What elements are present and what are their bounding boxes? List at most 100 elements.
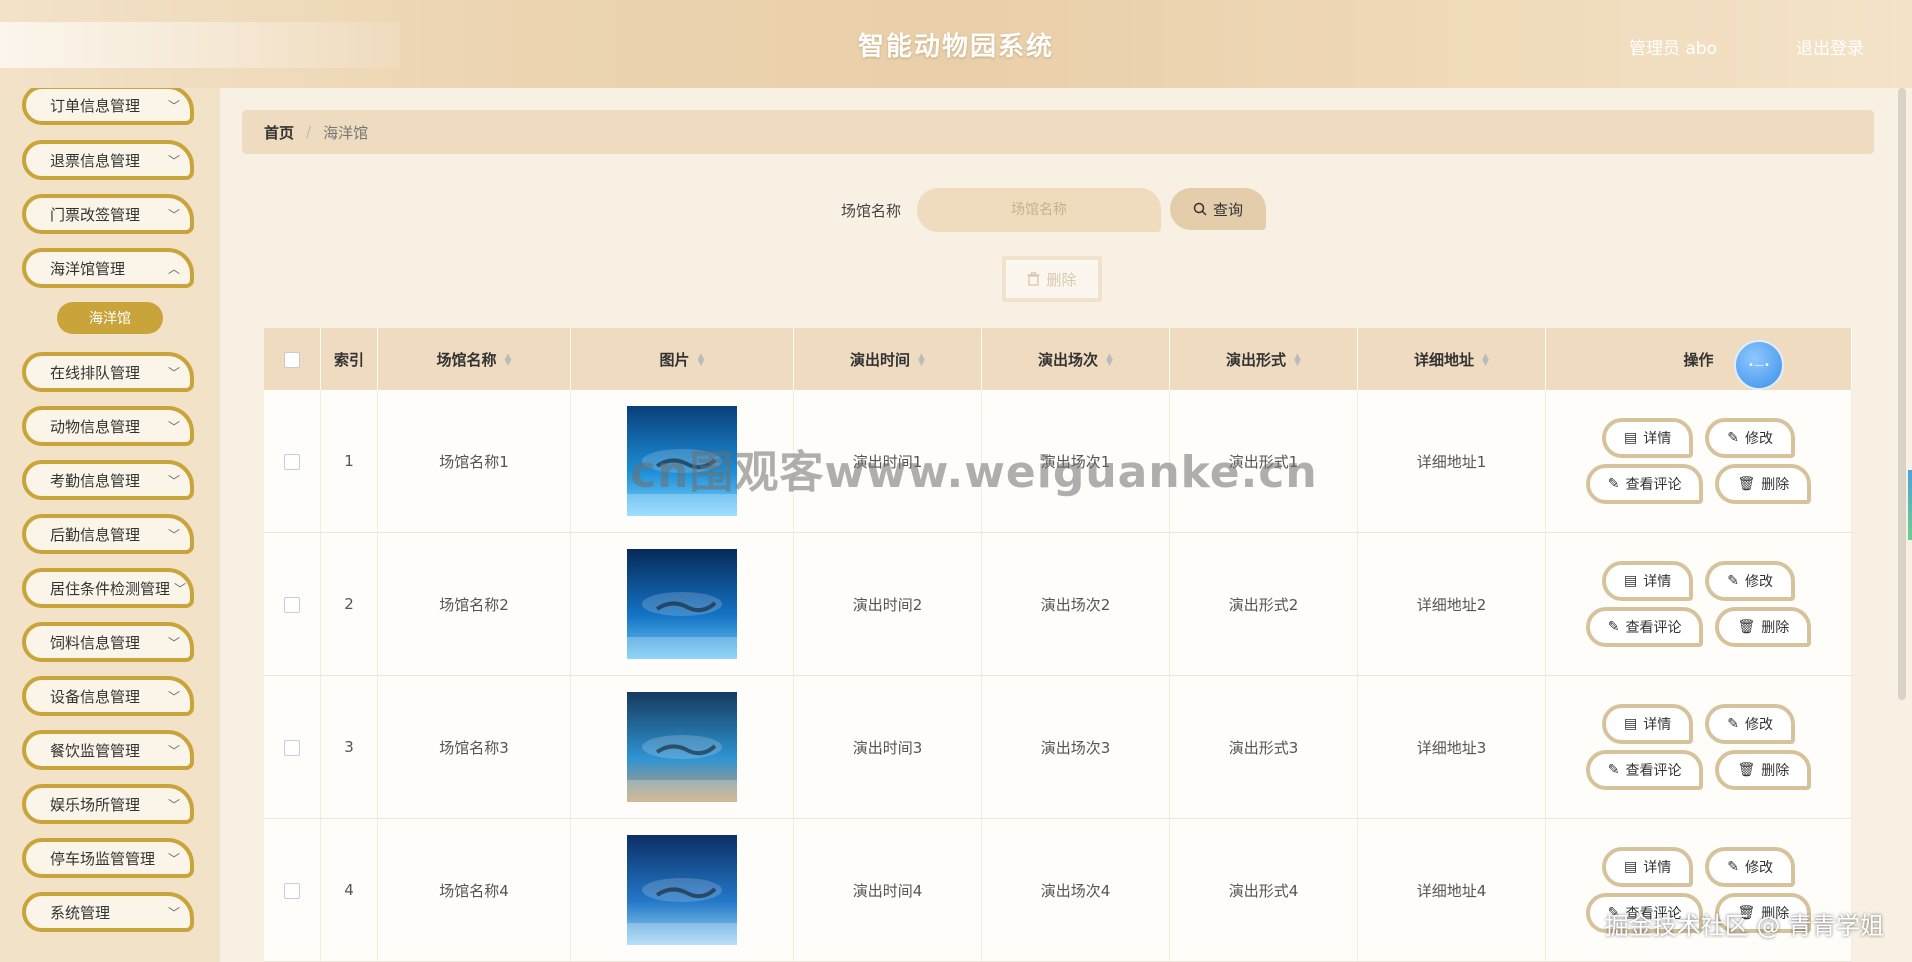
row-checkbox[interactable] [284, 739, 300, 756]
search-button[interactable]: 查询 [1170, 188, 1266, 230]
delete-button[interactable]: 🗑 删除 [1715, 607, 1812, 647]
trash-icon [1027, 272, 1040, 286]
sort-icon[interactable]: ▲ ▼ [698, 353, 705, 368]
search-input[interactable] [917, 188, 1161, 232]
header-image[interactable]: 图片 ▲ ▼ [570, 328, 794, 390]
edit-button[interactable]: ✎ 修改 [1705, 704, 1795, 744]
select-all-checkbox[interactable] [284, 351, 300, 368]
view-comments-button[interactable]: ✎ 查看评论 [1585, 750, 1704, 790]
delete-button[interactable]: 🗑 删除 [1715, 750, 1812, 790]
header-name[interactable]: 场馆名称 ▲ ▼ [377, 328, 571, 390]
sidebar-item-aquarium[interactable]: 海洋馆管理 ︿ [22, 248, 194, 288]
sidebar-item-equipment[interactable]: 设备信息管理 ﹀ [22, 676, 194, 716]
delete-button[interactable]: 🗑 删除 [1715, 464, 1812, 504]
cell-time: 演出时间1 [793, 390, 982, 533]
header-session[interactable]: 演出场次 ▲ ▼ [981, 328, 1170, 390]
chevron-down-icon: ﹀ [167, 905, 180, 920]
row-select-cell[interactable] [264, 390, 321, 533]
edit-button[interactable]: ✎ 修改 [1705, 418, 1795, 458]
row-select-cell[interactable] [264, 818, 321, 962]
detail-button[interactable]: ▤ 详情 [1602, 847, 1694, 887]
sidebar-subitem-aquarium[interactable]: 海洋馆 [57, 302, 163, 334]
cell-name: 场馆名称4 [377, 818, 571, 962]
cell-session: 演出场次4 [981, 818, 1170, 962]
document-icon: ▤ [1624, 573, 1638, 589]
cell-actions: ▤ 详情 ✎ 修改 ✎ 查看评论 🗑 删除 [1545, 532, 1852, 676]
header-address[interactable]: 详细地址 ▲ ▼ [1357, 328, 1546, 390]
cell-actions: ▤ 详情 ✎ 修改 ✎ 查看评论 🗑 删除 [1545, 390, 1852, 533]
pencil-icon: ✎ [1727, 859, 1739, 875]
table-header-row: 索引 场馆名称 ▲ ▼ 图片 ▲ ▼ 演出时间 ▲ ▼ 演出场次 ▲ ▼ 演出形式 ▲ ▼ 详细地址… [264, 328, 1852, 390]
page-scrollbar[interactable] [1898, 88, 1906, 700]
breadcrumb: 首页 / 海洋馆 [242, 110, 1874, 154]
sidebar-item-orders[interactable]: 订单信息管理 ﹀ [22, 88, 194, 125]
sidebar-item-animals[interactable]: 动物信息管理 ﹀ [22, 406, 194, 446]
logout-link[interactable]: 退出登录 [1796, 34, 1864, 59]
sort-icon[interactable]: ▲ ▼ [918, 353, 925, 368]
cell-form: 演出形式4 [1169, 818, 1358, 962]
current-user: 管理员 abo [1628, 39, 1717, 59]
sidebar-item-rebooking[interactable]: 门票改签管理 ﹀ [22, 194, 194, 234]
sort-icon[interactable]: ▲ ▼ [1294, 353, 1301, 368]
venue-image[interactable] [627, 835, 737, 945]
sidebar-item-parking[interactable]: 停车场监管管理 ﹀ [22, 838, 194, 878]
detail-button[interactable]: ▤ 详情 [1602, 561, 1694, 601]
cell-session: 演出场次1 [981, 390, 1170, 533]
row-checkbox[interactable] [284, 596, 300, 613]
edit-button[interactable]: ✎ 修改 [1705, 561, 1795, 601]
header-form[interactable]: 演出形式 ▲ ▼ [1169, 328, 1358, 390]
cell-image [570, 675, 794, 819]
cell-address: 详细地址2 [1357, 532, 1546, 676]
chevron-down-icon: ﹀ [167, 153, 180, 168]
sidebar-item-feed[interactable]: 饲料信息管理 ﹀ [22, 622, 194, 662]
aquarium-table: 索引 场馆名称 ▲ ▼ 图片 ▲ ▼ 演出时间 ▲ ▼ 演出场次 ▲ ▼ 演出形式 ▲ ▼ 详细地址… [264, 328, 1852, 962]
venue-image[interactable] [627, 406, 737, 516]
view-comments-button[interactable]: ✎ 查看评论 [1585, 464, 1704, 504]
delete-button[interactable]: 🗑 删除 [1715, 893, 1812, 933]
row-checkbox[interactable] [284, 882, 300, 899]
view-comments-button[interactable]: ✎ 查看评论 [1585, 893, 1704, 933]
batch-delete-button[interactable]: 删除 [1002, 256, 1102, 302]
cell-form: 演出形式1 [1169, 390, 1358, 533]
view-comments-button[interactable]: ✎ 查看评论 [1585, 607, 1704, 647]
sidebar-item-habitat[interactable]: 居住条件检测管理 ﹀ [22, 568, 194, 608]
breadcrumb-separator: / [306, 123, 312, 141]
sort-icon[interactable]: ▲ ▼ [1106, 353, 1113, 368]
sidebar-item-logistics[interactable]: 后勤信息管理 ﹀ [22, 514, 194, 554]
trash-icon: 🗑 [1737, 905, 1756, 921]
header-actions: 操作 [1545, 328, 1852, 390]
table-row: 4 场馆名称4 演出时间4 演出场次4 演出形式4 详细地址4 ▤ 详情 ✎ 修… [264, 818, 1852, 962]
cell-time: 演出时间2 [793, 532, 982, 676]
sidebar-item-attendance[interactable]: 考勤信息管理 ﹀ [22, 460, 194, 500]
sidebar: 订单信息管理 ﹀ 退票信息管理 ﹀ 门票改签管理 ﹀ 海洋馆管理 ︿ 海洋馆 在线排队管… [0, 88, 220, 962]
venue-image[interactable] [627, 549, 737, 659]
detail-button[interactable]: ▤ 详情 [1602, 704, 1694, 744]
main-content: 首页 / 海洋馆 场馆名称 查询 删除 索引 场馆名称▲▼ 图片▲▼ 演出时间▲… [220, 88, 1912, 962]
detail-button[interactable]: ▤ 详情 [1602, 418, 1694, 458]
cell-name: 场馆名称2 [377, 532, 571, 676]
header-select-all[interactable] [264, 328, 321, 390]
document-icon: ▤ [1624, 430, 1638, 446]
floating-assistant-button[interactable]: •—• [1734, 340, 1784, 390]
document-icon: ▤ [1624, 859, 1638, 875]
sidebar-item-entertainment[interactable]: 娱乐场所管理 ﹀ [22, 784, 194, 824]
venue-image[interactable] [627, 692, 737, 802]
sidebar-item-system[interactable]: 系统管理 ﹀ [22, 892, 194, 932]
cell-time: 演出时间3 [793, 675, 982, 819]
header-time[interactable]: 演出时间 ▲ ▼ [793, 328, 982, 390]
sort-icon[interactable]: ▲ ▼ [505, 353, 512, 368]
search-icon [1193, 202, 1207, 216]
row-select-cell[interactable] [264, 532, 321, 676]
breadcrumb-home[interactable]: 首页 [264, 122, 294, 143]
row-checkbox[interactable] [284, 453, 300, 470]
sidebar-item-queue[interactable]: 在线排队管理 ﹀ [22, 352, 194, 392]
row-select-cell[interactable] [264, 675, 321, 819]
sort-icon[interactable]: ▲ ▼ [1482, 353, 1489, 368]
sidebar-item-catering[interactable]: 餐饮监管管理 ﹀ [22, 730, 194, 770]
pencil-icon: ✎ [1607, 905, 1620, 921]
edit-button[interactable]: ✎ 修改 [1705, 847, 1795, 887]
pencil-icon: ✎ [1607, 476, 1620, 492]
sidebar-item-refunds[interactable]: 退票信息管理 ﹀ [22, 140, 194, 180]
cell-image [570, 390, 794, 533]
pencil-icon: ✎ [1727, 573, 1739, 589]
